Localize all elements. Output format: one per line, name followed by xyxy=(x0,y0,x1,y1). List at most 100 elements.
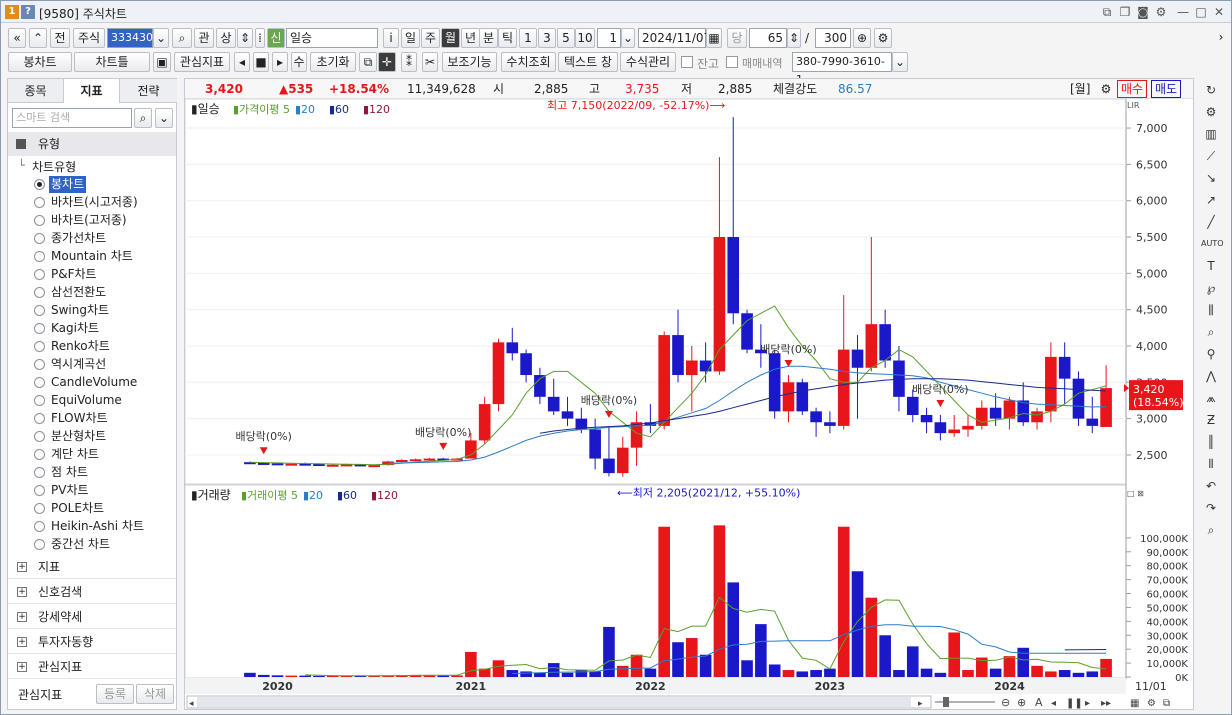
balance-checkbox[interactable] xyxy=(681,56,693,68)
bar-chart-icon[interactable]: ▥ xyxy=(1201,124,1221,144)
unit-5-button[interactable]: 5 xyxy=(557,28,575,48)
settings-icon[interactable]: ⚙ xyxy=(874,28,892,48)
tab-stock[interactable]: 종목 xyxy=(8,79,64,103)
copy-icon[interactable]: ❐ xyxy=(1117,4,1133,20)
trades-checkbox[interactable] xyxy=(726,56,738,68)
chart-type-radio[interactable] xyxy=(34,359,45,370)
settings-icon[interactable]: ⚙ xyxy=(1201,102,1221,122)
sang-button[interactable]: 상 xyxy=(216,28,236,48)
date-input[interactable]: 2024/11/07 xyxy=(638,28,711,48)
pattern-icon[interactable]: ⋀ xyxy=(1201,366,1221,386)
period-day-button[interactable]: 일 xyxy=(401,28,420,48)
chart-type-radio[interactable] xyxy=(34,341,45,352)
expand-icon[interactable]: + xyxy=(17,562,27,572)
chart-type-item[interactable]: Kagi차트 xyxy=(51,320,99,337)
tab-indicator[interactable]: 지표 xyxy=(64,79,120,103)
gear-icon[interactable]: ⚙ xyxy=(1098,79,1114,99)
text-window-button[interactable]: 텍스트 창 xyxy=(558,52,618,72)
minimize-icon[interactable]: — xyxy=(1175,4,1191,20)
chart-type-item[interactable]: 바차트(고저종) xyxy=(51,212,127,229)
close-icon[interactable]: ✕ xyxy=(1211,4,1227,20)
chart-type-item[interactable]: Renko차트 xyxy=(51,338,110,355)
group-1[interactable]: + 신호검색 xyxy=(8,580,176,604)
ray-tool-icon[interactable]: ↗ xyxy=(1201,190,1221,210)
chart-type-radio[interactable] xyxy=(34,431,45,442)
pitchfork-icon[interactable]: ⩕ xyxy=(1201,388,1221,408)
prev-button[interactable]: 전 xyxy=(50,28,70,48)
code-dropdown-icon[interactable]: ⌄ xyxy=(153,28,169,48)
chart-type-radio[interactable] xyxy=(34,467,45,478)
redo-icon[interactable]: ↷ xyxy=(1201,498,1221,518)
account-dropdown-icon[interactable]: ⌄ xyxy=(892,52,908,72)
chart-type-item[interactable]: Mountain 차트 xyxy=(51,248,133,265)
chart-type-item[interactable]: POLE차트 xyxy=(51,500,104,517)
reset-button[interactable]: 초기화 xyxy=(310,52,356,72)
chart-type-radio[interactable] xyxy=(34,377,45,388)
chart-type-item[interactable]: 삼선전환도 xyxy=(51,284,106,301)
chart-type-radio[interactable] xyxy=(34,503,45,514)
chart-type-item[interactable]: 점 차트 xyxy=(51,464,88,481)
chart-type-radio[interactable] xyxy=(34,233,45,244)
group-0[interactable]: + 지표 xyxy=(8,555,176,579)
interest-indicator-button[interactable]: 관심지표 xyxy=(174,52,230,72)
expand-icon[interactable]: + xyxy=(17,637,27,647)
group-3[interactable]: + 투자자동향 xyxy=(8,630,176,654)
window-number-badge[interactable]: 1 xyxy=(5,5,19,19)
count-dropdown-icon[interactable]: ⌄ xyxy=(621,28,635,48)
chart-type-item[interactable]: 분산형차트 xyxy=(51,428,106,445)
stop-icon[interactable]: ■ xyxy=(253,52,269,72)
sang-spinner-icon[interactable]: ⇕ xyxy=(237,28,253,48)
expand-icon[interactable]: + xyxy=(17,662,27,672)
expand-right-icon[interactable]: › xyxy=(1215,28,1227,48)
chart-type-item[interactable]: 계단 차트 xyxy=(51,446,99,463)
zigzag-icon[interactable]: Ƶ xyxy=(1201,410,1221,430)
chart-type-item[interactable]: 봉차트 xyxy=(49,176,87,193)
chart-type-item[interactable]: CandleVolume xyxy=(51,374,137,391)
chart-type-item[interactable]: P&F차트 xyxy=(51,266,97,283)
count-input[interactable]: 1 xyxy=(597,28,621,48)
grid-lines-icon[interactable]: ⦀ xyxy=(1201,454,1221,474)
zoom-in-icon[interactable]: ⊕ xyxy=(853,28,871,48)
help-badge[interactable]: ? xyxy=(21,5,35,19)
chart-type-item[interactable]: Swing차트 xyxy=(51,302,109,319)
collapse-icon[interactable]: ⌄ xyxy=(155,108,173,128)
formula-manage-button[interactable]: 수식관리 xyxy=(620,52,676,72)
chart-frame-button[interactable]: 차트틀 xyxy=(74,52,150,72)
unit-3-button[interactable]: 3 xyxy=(538,28,556,48)
auto-line-icon[interactable]: AUTO xyxy=(1201,234,1224,254)
search-icon[interactable]: ⌕ xyxy=(172,28,192,48)
chart-type-radio[interactable] xyxy=(34,179,45,190)
trend-tool-icon[interactable]: ⟋ xyxy=(1201,146,1221,166)
link-icon[interactable]: ⧉ xyxy=(1099,4,1115,20)
chart-type-item[interactable]: PV차트 xyxy=(51,482,89,499)
period-week-button[interactable]: 주 xyxy=(421,28,440,48)
chart-type-radio[interactable] xyxy=(34,197,45,208)
vertical-lines-icon[interactable]: ║ xyxy=(1201,432,1221,452)
aux-function-button[interactable]: 보조기능 xyxy=(442,52,497,72)
period-month-button[interactable]: 월 xyxy=(441,28,460,48)
chart-type-item[interactable]: EquiVolume xyxy=(51,392,122,409)
code-input[interactable]: 333430 xyxy=(107,28,153,48)
tab-strategy[interactable]: 전략 xyxy=(120,79,177,103)
su-button[interactable]: 수 xyxy=(291,52,307,72)
group-4[interactable]: + 관심지표 xyxy=(8,655,176,679)
view-count-spinner-icon[interactable]: ⇕ xyxy=(787,28,801,48)
chart-type-radio[interactable] xyxy=(34,395,45,406)
chart-type-item[interactable]: 종가선차트 xyxy=(51,230,106,247)
smart-search-input[interactable]: 스마트 검색 xyxy=(12,108,132,128)
refresh-icon[interactable]: ↻ xyxy=(1201,80,1221,100)
window-icon[interactable]: ⧉ xyxy=(359,52,377,72)
chart-type-radio[interactable] xyxy=(34,485,45,496)
chart-type-radio[interactable] xyxy=(34,521,45,532)
diagonal-tool-icon[interactable]: ╱ xyxy=(1201,212,1221,232)
chart-type-radio[interactable] xyxy=(34,539,45,550)
scroll-left-icon[interactable]: ◂ xyxy=(234,52,250,72)
magnify-icon[interactable]: ⚲ xyxy=(1201,344,1221,364)
chart-type-item[interactable]: 바차트(시고저종) xyxy=(51,194,138,211)
crosshair-icon[interactable]: ✛ xyxy=(378,52,396,72)
chart-type-item[interactable]: 역시계곡선 xyxy=(51,356,106,373)
line-tool-icon[interactable]: ↘ xyxy=(1201,168,1221,188)
chart-type-radio[interactable] xyxy=(34,449,45,460)
expand-icon[interactable]: + xyxy=(17,587,27,597)
save-icon[interactable]: ▣ xyxy=(153,52,171,72)
